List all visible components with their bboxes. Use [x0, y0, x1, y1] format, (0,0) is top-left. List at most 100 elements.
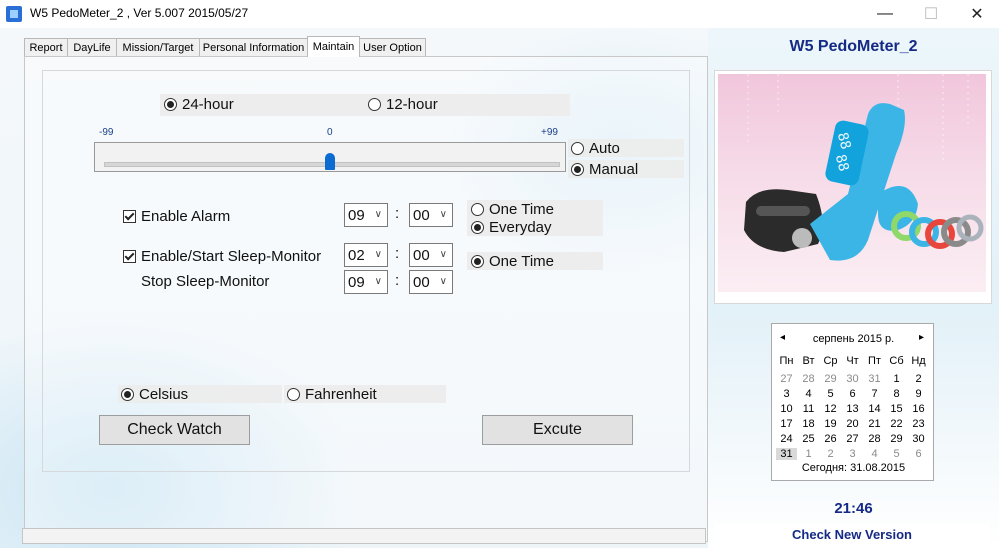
enable-sleep-label: Enable/Start Sleep-Monitor: [141, 248, 322, 265]
sleep-start-minute-select[interactable]: 00 ∨: [409, 243, 453, 267]
calendar-day[interactable]: 27: [842, 433, 863, 445]
calendar-day[interactable]: 10: [776, 403, 797, 415]
slider-mid-label: 0: [327, 127, 333, 138]
app-icon: [6, 6, 22, 22]
radio-celsius-indicator: [121, 388, 134, 401]
enable-alarm-checkbox[interactable]: Enable Alarm: [123, 208, 230, 225]
chevron-down-icon: ∨: [439, 276, 447, 287]
enable-alarm-check-icon: [123, 210, 136, 223]
tab-personal-information[interactable]: Personal Information: [199, 38, 308, 56]
radio-manual-label: Manual: [589, 161, 639, 178]
calendar-day[interactable]: 27: [776, 373, 797, 385]
radio-manual[interactable]: Manual: [571, 161, 638, 178]
calendar-day[interactable]: 28: [798, 373, 819, 385]
calendar-day[interactable]: 3: [776, 388, 797, 400]
radio-alarm-everyday[interactable]: Everyday: [471, 219, 552, 236]
calendar-day[interactable]: 1: [886, 373, 907, 385]
calendar-day[interactable]: 15: [886, 403, 907, 415]
calendar-day[interactable]: 14: [864, 403, 885, 415]
sleep-start-hour-value: 02: [348, 246, 365, 264]
calendar-month-title[interactable]: серпень 2015 р.: [772, 333, 935, 345]
tab-report[interactable]: Report: [24, 38, 68, 56]
tab-mission-target[interactable]: Mission/Target: [116, 38, 200, 56]
calendar-today-label[interactable]: Сегодня: 31.08.2015: [772, 462, 935, 474]
calendar-day[interactable]: 3: [842, 448, 863, 460]
execute-button[interactable]: Excute: [482, 415, 633, 445]
radio-fahrenheit[interactable]: Fahrenheit: [287, 386, 377, 403]
calendar-day[interactable]: 29: [820, 373, 841, 385]
tab-daylife[interactable]: DayLife: [67, 38, 117, 56]
slider-thumb[interactable]: [325, 153, 335, 170]
minimize-button[interactable]: —: [862, 0, 908, 28]
calendar-day[interactable]: 19: [820, 418, 841, 430]
calendar-day[interactable]: 12: [820, 403, 841, 415]
calendar-weekday-header: Пн: [779, 355, 794, 367]
radio-24-hour[interactable]: 24-hour: [164, 96, 234, 113]
chevron-down-icon: ∨: [374, 249, 382, 260]
calendar-day[interactable]: 4: [864, 448, 885, 460]
enable-sleep-monitor-checkbox[interactable]: Enable/Start Sleep-Monitor: [123, 248, 321, 265]
sleep-start-hour-select[interactable]: 02 ∨: [344, 243, 388, 267]
calendar-day[interactable]: 2: [908, 373, 929, 385]
slider-min-label: -99: [99, 127, 114, 138]
calendar-day[interactable]: 17: [776, 418, 797, 430]
calendar-day[interactable]: 6: [908, 448, 929, 460]
alarm-hour-select[interactable]: 09 ∨: [344, 203, 388, 227]
maximize-button[interactable]: ☐: [908, 0, 954, 28]
calendar-day[interactable]: 25: [798, 433, 819, 445]
calendar-day[interactable]: 16: [908, 403, 929, 415]
radio-alarm-one-time-indicator: [471, 203, 484, 216]
title-bar: W5 PedoMeter_2 , Ver 5.007 2015/05/27 — …: [0, 0, 999, 28]
calendar-day-today[interactable]: 31: [776, 448, 797, 460]
calendar-day[interactable]: 21: [864, 418, 885, 430]
chevron-down-icon: ∨: [374, 209, 382, 220]
radio-12-hour[interactable]: 12-hour: [368, 96, 438, 113]
calendar-day[interactable]: 9: [908, 388, 929, 400]
alarm-minute-select[interactable]: 00 ∨: [409, 203, 453, 227]
calendar-day[interactable]: 24: [776, 433, 797, 445]
radio-alarm-everyday-indicator: [471, 221, 484, 234]
calendar-day[interactable]: 30: [908, 433, 929, 445]
calendar-day[interactable]: 13: [842, 403, 863, 415]
calendar-next-month-icon[interactable]: ▸: [919, 332, 924, 343]
calendar-day[interactable]: 6: [842, 388, 863, 400]
calendar-day[interactable]: 5: [820, 388, 841, 400]
calendar-day[interactable]: 20: [842, 418, 863, 430]
radio-auto-label: Auto: [589, 140, 620, 157]
stop-sleep-monitor-label: Stop Sleep-Monitor: [141, 273, 270, 290]
sleep-stop-minute-select[interactable]: 00 ∨: [409, 270, 453, 294]
calendar-day[interactable]: 8: [886, 388, 907, 400]
calendar-day[interactable]: 18: [798, 418, 819, 430]
sleep-stop-hour-select[interactable]: 09 ∨: [344, 270, 388, 294]
month-calendar[interactable]: ◂ серпень 2015 р. ▸ Пн Вт Ср Чт Пт Сб Нд 27 28 29…: [771, 323, 934, 481]
calendar-day[interactable]: 11: [798, 403, 819, 415]
calendar-weekday-header: Сб: [889, 355, 904, 367]
tab-maintain[interactable]: Maintain: [307, 36, 360, 57]
calendar-day[interactable]: 26: [820, 433, 841, 445]
calendar-day[interactable]: 30: [842, 373, 863, 385]
calendar-day[interactable]: 28: [864, 433, 885, 445]
calendar-day[interactable]: 23: [908, 418, 929, 430]
close-button[interactable]: ✕: [954, 0, 999, 28]
tab-user-option[interactable]: User Option: [359, 38, 426, 56]
radio-fahrenheit-indicator: [287, 388, 300, 401]
radio-auto[interactable]: Auto: [571, 140, 620, 157]
radio-fahrenheit-label: Fahrenheit: [305, 386, 377, 403]
calendar-day[interactable]: 31: [864, 373, 885, 385]
radio-24-hour-indicator: [164, 98, 177, 111]
calendar-day[interactable]: 7: [864, 388, 885, 400]
check-new-version-button[interactable]: Check New Version: [714, 524, 990, 544]
radio-auto-indicator: [571, 142, 584, 155]
radio-sleep-one-time-label: One Time: [489, 253, 555, 270]
radio-24-hour-label: 24-hour: [182, 96, 234, 113]
radio-alarm-one-time[interactable]: One Time: [471, 201, 554, 218]
radio-sleep-one-time[interactable]: One Time: [471, 253, 554, 270]
calendar-day[interactable]: 29: [886, 433, 907, 445]
calendar-day[interactable]: 22: [886, 418, 907, 430]
calendar-day[interactable]: 5: [886, 448, 907, 460]
calendar-day[interactable]: 2: [820, 448, 841, 460]
calendar-day[interactable]: 4: [798, 388, 819, 400]
radio-celsius[interactable]: Celsius: [121, 386, 188, 403]
calendar-day[interactable]: 1: [798, 448, 819, 460]
check-watch-button[interactable]: Check Watch: [99, 415, 250, 445]
